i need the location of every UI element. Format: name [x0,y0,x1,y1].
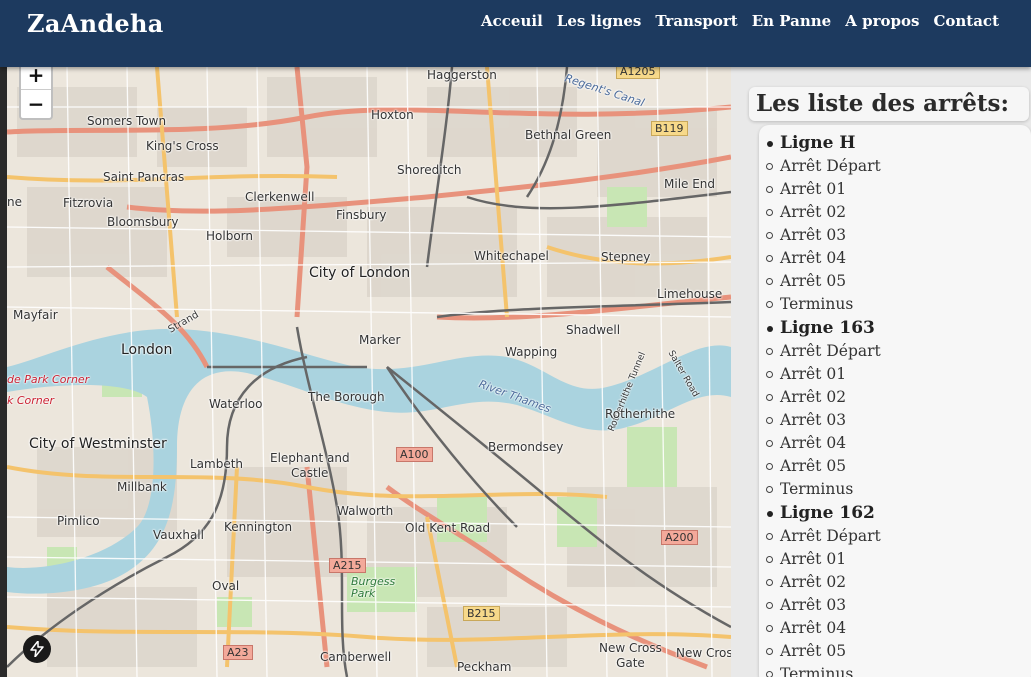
map-label-peckham: Peckham [457,660,512,674]
line-name[interactable]: Ligne H [759,131,1031,155]
map-road-a215: A215 [329,558,366,573]
map-road-a100: A100 [396,447,433,462]
stop-item[interactable]: Arrêt 02 [759,571,1031,594]
map-label-k-corner: k Corner [7,394,55,407]
map-road-b215: B215 [463,606,500,621]
map-label-new-cross: New Cros [676,646,731,660]
nav-en-panne[interactable]: En Panne [752,12,832,30]
map-label-mayfair: Mayfair [13,308,58,322]
map-road-a23: A23 [223,645,253,660]
map-label-clerkenwell: Clerkenwell [245,190,315,204]
map-label-bloomsbury: Bloomsbury [107,215,179,229]
left-gutter [0,67,7,677]
map-label-whitechapel: Whitechapel [474,249,549,263]
map-label-ne: ne [7,195,22,209]
stop-item[interactable]: Arrêt 02 [759,201,1031,224]
zoom-in-button[interactable]: + [21,67,51,90]
stop-item[interactable]: Arrêt 01 [759,548,1031,571]
line-group: Ligne 162 Arrêt Départ Arrêt 01 Arrêt 02… [759,501,1031,677]
map-label-waterloo: Waterloo [209,397,263,411]
map-label-park-corner: de Park Corner [7,373,90,386]
nav-acceuil[interactable]: Acceuil [481,12,543,30]
map-label-kennington: Kennington [224,520,293,534]
map-label-new-cross-gate: New Cross Gate [599,641,662,670]
map-label-pimlico: Pimlico [57,514,100,528]
map-label-finsbury: Finsbury [336,208,387,222]
map-label-walworth: Walworth [337,504,394,518]
map-road-a1205: A1205 [616,67,660,79]
stop-item[interactable]: Arrêt Départ [759,155,1031,178]
map-label-london: London [121,342,173,358]
map-label-hoxton: Hoxton [371,108,414,122]
map-label-marker: Marker [359,333,401,347]
map-label-old-kent-road: Old Kent Road [405,521,491,535]
nav-a-propos[interactable]: A propos [845,12,919,30]
map-label-kings-cross: King's Cross [146,139,219,153]
stop-item[interactable]: Terminus [759,478,1031,501]
stop-item[interactable]: Arrêt 03 [759,409,1031,432]
map-label-fitzrovia: Fitzrovia [63,196,114,210]
map-label-oval: Oval [212,579,240,593]
map-label-burgess-park: Burgess Park [351,575,396,600]
panel-title-box: Les liste des arrêts: [749,87,1029,121]
map-label-holborn: Holborn [206,229,253,243]
map-label-bermondsey: Bermondsey [488,440,564,454]
map-label-lambeth: Lambeth [190,457,244,471]
stop-item[interactable]: Arrêt Départ [759,340,1031,363]
map-label-shadwell: Shadwell [566,323,621,337]
line-name[interactable]: Ligne 162 [759,501,1031,525]
map-label-bethnal-green: Bethnal Green [525,128,612,142]
stops-panel: Les liste des arrêts: Ligne H Arrêt Dépa… [731,67,1031,677]
main-nav: Acceuil Les lignes Transport En Panne A … [481,12,999,30]
nav-contact[interactable]: Contact [933,12,999,30]
stop-item[interactable]: Terminus [759,293,1031,316]
lightning-button[interactable] [23,635,51,663]
map-road-b119: B119 [651,121,688,136]
line-group: Ligne H Arrêt Départ Arrêt 01 Arrêt 02 A… [759,131,1031,316]
nav-transport[interactable]: Transport [655,12,737,30]
map-label-limehouse: Limehouse [657,287,723,301]
zoom-control: + − [19,67,53,120]
map-label-the-borough: The Borough [308,390,385,404]
map-road-a200: A200 [661,530,698,545]
stop-item[interactable]: Arrêt 05 [759,455,1031,478]
lines-list: Ligne H Arrêt Départ Arrêt 01 Arrêt 02 A… [759,125,1031,677]
stop-item[interactable]: Arrêt 04 [759,432,1031,455]
line-name[interactable]: Ligne 163 [759,316,1031,340]
stop-item[interactable]: Arrêt 05 [759,270,1031,293]
stop-item[interactable]: Arrêt 03 [759,224,1031,247]
top-navbar: ZaAndeha Acceuil Les lignes Transport En… [0,0,1031,67]
map-view[interactable]: Haggerston A1205 Somers Town Hoxton Rege… [7,67,731,677]
stop-item[interactable]: Arrêt Départ [759,525,1031,548]
stop-item[interactable]: Terminus [759,663,1031,677]
panel-title: Les liste des arrêts: [756,90,1009,117]
map-label-elephant-and: Elephant and [270,451,350,465]
map-label-shoreditch: Shoreditch [397,163,462,177]
lightning-icon [30,641,44,657]
stop-item[interactable]: Arrêt 01 [759,178,1031,201]
map-label-millbank: Millbank [117,480,167,494]
map-label-camberwell: Camberwell [320,650,392,664]
map-label-stepney: Stepney [601,250,651,264]
brand-logo[interactable]: ZaAndeha [27,9,164,38]
nav-les-lignes[interactable]: Les lignes [557,12,642,30]
map-label-haggerston: Haggerston [427,68,497,82]
map-label-wapping: Wapping [505,345,558,359]
line-group: Ligne 163 Arrêt Départ Arrêt 01 Arrêt 02… [759,316,1031,501]
stop-item[interactable]: Arrêt 05 [759,640,1031,663]
stop-item[interactable]: Arrêt 02 [759,386,1031,409]
map-label-city-of-london: City of London [309,265,411,281]
zoom-out-button[interactable]: − [21,90,51,118]
map-label-rotherhithe: Rotherhithe [605,407,676,421]
stop-item[interactable]: Arrêt 04 [759,247,1031,270]
stop-item[interactable]: Arrêt 04 [759,617,1031,640]
map-label-mile-end: Mile End [664,177,716,191]
stop-item[interactable]: Arrêt 03 [759,594,1031,617]
map-label-vauxhall: Vauxhall [153,528,204,542]
stop-item[interactable]: Arrêt 01 [759,363,1031,386]
map-label-castle: Castle [291,466,329,480]
map-label-saint-pancras: Saint Pancras [103,170,185,184]
map-label-city-of-westminster: City of Westminster [29,436,167,452]
map-label-somers-town: Somers Town [87,114,167,128]
